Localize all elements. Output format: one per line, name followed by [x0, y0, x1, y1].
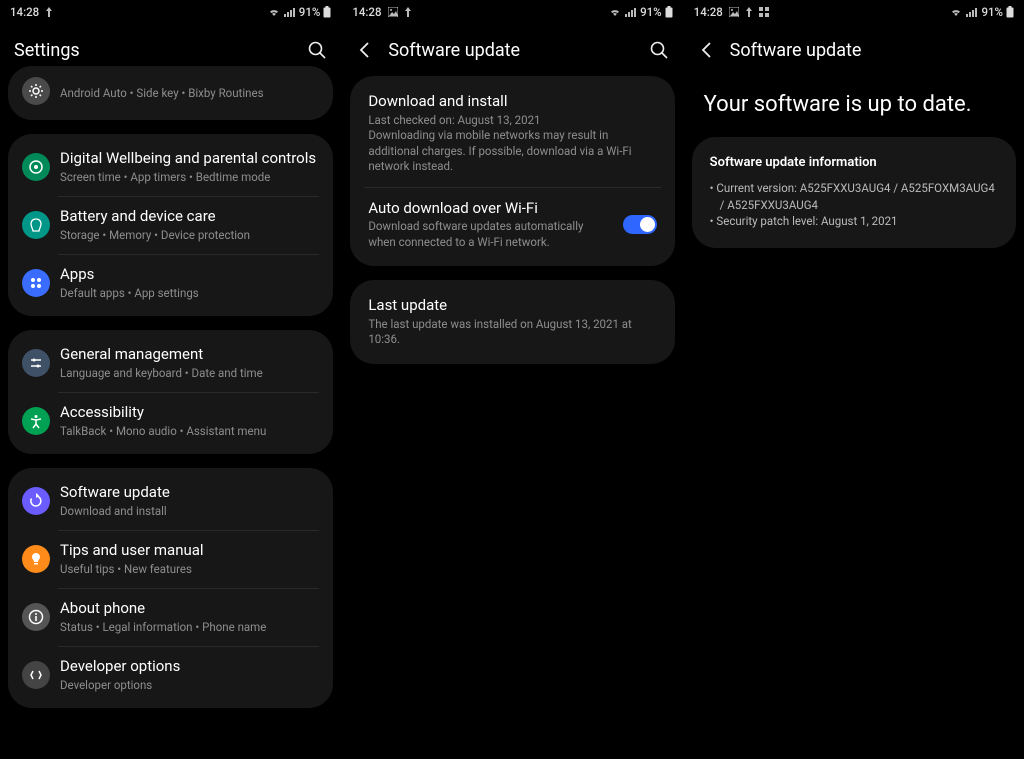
- upload-icon: [404, 7, 412, 17]
- row-sub: Android Auto • Side key • Bixby Routines: [60, 86, 317, 102]
- back-button[interactable]: [698, 41, 716, 59]
- row-sub: Download software updates automatically …: [368, 219, 612, 250]
- row-sub: TalkBack • Mono audio • Assistant menu: [60, 424, 317, 440]
- wifi-icon: [949, 7, 963, 17]
- row-title: Battery and device care: [60, 207, 317, 227]
- download-install-row[interactable]: Download and install Last checked on: Au…: [350, 80, 674, 187]
- update-info-card: Software update information Current vers…: [692, 137, 1016, 248]
- update-content: Download and install Last checked on: Au…: [342, 76, 682, 364]
- a11y-icon: [22, 407, 50, 435]
- battery-icon: [1006, 6, 1014, 18]
- row-title: About phone: [60, 599, 317, 619]
- image-icon: [729, 7, 739, 17]
- last-update-row[interactable]: Last update The last update was installe…: [350, 284, 674, 360]
- row-title: Digital Wellbeing and parental controls: [60, 149, 317, 169]
- row-sub: Storage • Memory • Device protection: [60, 228, 317, 244]
- row-sub: Developer options: [60, 678, 317, 694]
- status-battery-pct: 91%: [981, 5, 1003, 19]
- grid-icon: [759, 7, 769, 17]
- row-sub: Download and install: [60, 504, 317, 520]
- row-title: General management: [60, 345, 317, 365]
- update-card-main: Download and install Last checked on: Au…: [350, 76, 674, 266]
- screen-software-update: 14:28 91% Software update Download and i…: [341, 0, 682, 759]
- row-sub: Last checked on: August 13, 2021 Downloa…: [368, 113, 656, 175]
- settings-list: Advanced featuresAndroid Auto • Side key…: [0, 66, 341, 708]
- row-title: Auto download over Wi-Fi: [368, 199, 612, 219]
- row-title: Download and install: [368, 92, 656, 112]
- back-button[interactable]: [356, 41, 374, 59]
- row-title: Apps: [60, 265, 317, 285]
- settings-row-apps[interactable]: AppsDefault apps • App settings: [8, 254, 333, 312]
- status-bar: 14:28 91%: [684, 0, 1024, 24]
- settings-row-sliders[interactable]: General managementLanguage and keyboard …: [8, 334, 333, 392]
- row-title: Last update: [368, 296, 656, 316]
- wellbeing-icon: [22, 153, 50, 181]
- signal-icon: [625, 7, 637, 17]
- settings-group: Software updateDownload and installTips …: [8, 468, 333, 708]
- image-icon: [388, 7, 398, 17]
- signal-icon: [966, 7, 978, 17]
- row-title: Developer options: [60, 657, 317, 677]
- status-time: 14:28: [694, 5, 723, 19]
- sliders-icon: [22, 349, 50, 377]
- search-button[interactable]: [649, 40, 669, 60]
- battery-icon: [323, 6, 331, 18]
- status-bar: 14:28 91%: [0, 0, 341, 24]
- status-time: 14:28: [352, 5, 381, 19]
- settings-row-battery[interactable]: Battery and device careStorage • Memory …: [8, 196, 333, 254]
- row-title: Software update: [60, 483, 317, 503]
- info-icon: [22, 603, 50, 631]
- status-battery-pct: 91%: [640, 5, 662, 19]
- battery-icon: [22, 211, 50, 239]
- header: Software update: [342, 24, 682, 76]
- page-title: Settings: [14, 40, 307, 61]
- status-bar: 14:28 91%: [342, 0, 682, 24]
- settings-row-info[interactable]: About phoneStatus • Legal information • …: [8, 588, 333, 646]
- tips-icon: [22, 545, 50, 573]
- apps-icon: [22, 269, 50, 297]
- page-title: Software update: [730, 40, 1010, 61]
- info-title: Software update information: [710, 155, 998, 170]
- status-battery-pct: 91%: [299, 5, 321, 19]
- battery-icon: [665, 6, 673, 18]
- page-title: Software update: [388, 40, 648, 61]
- settings-row-tips[interactable]: Tips and user manualUseful tips • New fe…: [8, 530, 333, 588]
- settings-row-update[interactable]: Software updateDownload and install: [8, 472, 333, 530]
- row-sub: Language and keyboard • Date and time: [60, 366, 317, 382]
- settings-group: Advanced featuresAndroid Auto • Side key…: [8, 66, 333, 120]
- row-sub: Status • Legal information • Phone name: [60, 620, 317, 636]
- signal-icon: [284, 7, 296, 17]
- row-title: Tips and user manual: [60, 541, 317, 561]
- row-sub: Default apps • App settings: [60, 286, 317, 302]
- info-bullet: Security patch level: August 1, 2021: [710, 213, 998, 230]
- row-sub: Screen time • App timers • Bedtime mode: [60, 170, 317, 186]
- settings-row-dev[interactable]: Developer optionsDeveloper options: [8, 646, 333, 704]
- upload-icon: [45, 7, 53, 17]
- upload-icon: [745, 7, 753, 17]
- settings-group: Digital Wellbeing and parental controlsS…: [8, 134, 333, 316]
- settings-group: General managementLanguage and keyboard …: [8, 330, 333, 454]
- wifi-icon: [608, 7, 622, 17]
- screen-settings: 14:28 91% Settings Advanced featuresAndr…: [0, 0, 341, 759]
- gear-icon: [22, 77, 50, 105]
- header: Software update: [684, 24, 1024, 76]
- row-title: Accessibility: [60, 403, 317, 423]
- search-button[interactable]: [307, 40, 327, 60]
- row-sub: Useful tips • New features: [60, 562, 317, 578]
- screen-up-to-date: 14:28 91% Software update Your software …: [683, 0, 1024, 759]
- wifi-icon: [267, 7, 281, 17]
- hero-text: Your software is up to date.: [684, 76, 1024, 137]
- update-icon: [22, 487, 50, 515]
- info-bullet: Current version: A525FXXU3AUG4 / A525FOX…: [710, 180, 998, 213]
- row-sub: The last update was installed on August …: [368, 317, 656, 348]
- update-card-last: Last update The last update was installe…: [350, 280, 674, 364]
- settings-row-a11y[interactable]: AccessibilityTalkBack • Mono audio • Ass…: [8, 392, 333, 450]
- settings-row-wellbeing[interactable]: Digital Wellbeing and parental controlsS…: [8, 138, 333, 196]
- dev-icon: [22, 661, 50, 689]
- auto-download-toggle[interactable]: [623, 215, 657, 234]
- auto-download-row[interactable]: Auto download over Wi-Fi Download softwa…: [350, 187, 674, 263]
- status-time: 14:28: [10, 5, 39, 19]
- settings-row-gear[interactable]: Advanced featuresAndroid Auto • Side key…: [8, 66, 333, 116]
